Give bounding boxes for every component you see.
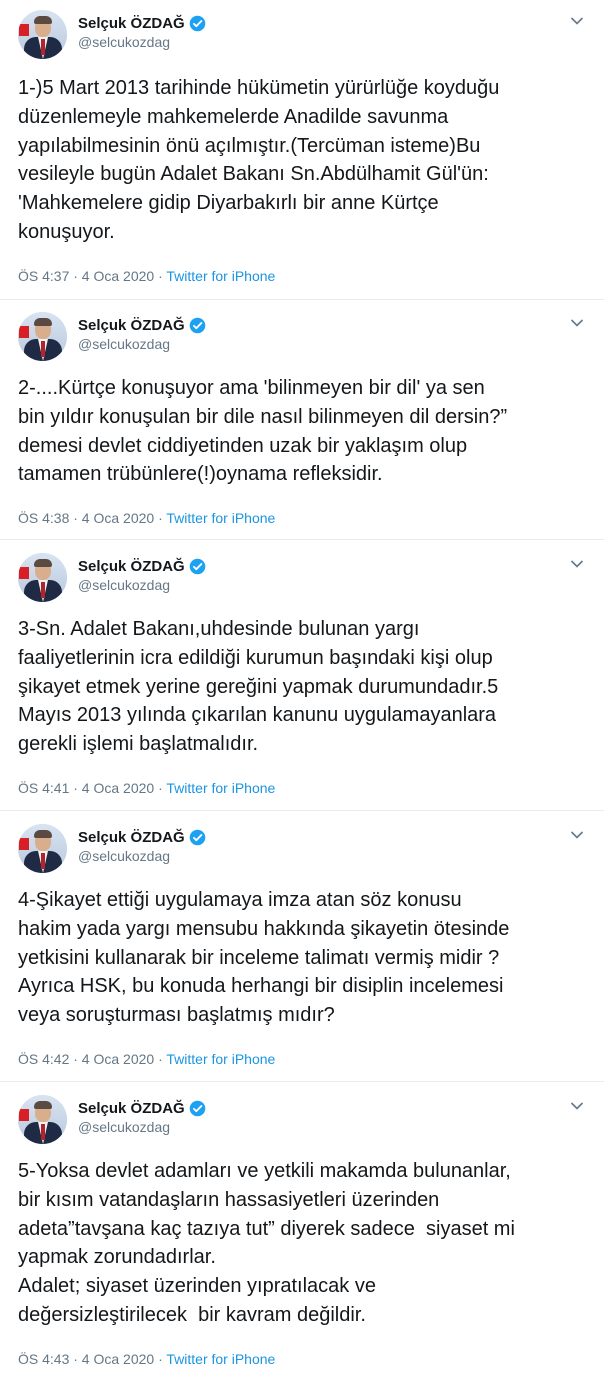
- author-handle[interactable]: @selcukozdag: [78, 336, 170, 352]
- tweet[interactable]: Selçuk ÖZDAĞ @selcukozdag 5-Yoksa devlet…: [0, 1095, 604, 1385]
- author-handle[interactable]: @selcukozdag: [78, 1119, 170, 1135]
- author-name[interactable]: Selçuk ÖZDAĞ: [78, 317, 185, 334]
- tweet-source-link[interactable]: Twitter for iPhone: [166, 510, 275, 526]
- chevron-down-icon[interactable]: [570, 16, 584, 26]
- tweet-timestamp[interactable]: ÖS 4:41 · 4 Oca 2020 ·: [18, 780, 166, 796]
- tweet-source-link[interactable]: Twitter for iPhone: [166, 1351, 275, 1367]
- verified-badge-icon: [189, 1100, 205, 1116]
- author-handle[interactable]: @selcukozdag: [78, 34, 170, 50]
- verified-badge-icon: [189, 558, 205, 574]
- author-handle[interactable]: @selcukozdag: [78, 848, 170, 864]
- tweet[interactable]: Selçuk ÖZDAĞ @selcukozdag 1-)5 Mart 2013…: [0, 10, 604, 300]
- avatar[interactable]: [18, 10, 67, 59]
- tweet-source-link[interactable]: Twitter for iPhone: [166, 1051, 275, 1067]
- tweet-source-link[interactable]: Twitter for iPhone: [166, 268, 275, 284]
- tweet-meta: ÖS 4:42 · 4 Oca 2020 · Twitter for iPhon…: [18, 1051, 275, 1067]
- tweet-text: 2-....Kürtçe konuşuyor ama 'bilinmeyen b…: [18, 377, 508, 486]
- chevron-down-icon[interactable]: [570, 1101, 584, 1111]
- tweet-timestamp[interactable]: ÖS 4:43 · 4 Oca 2020 ·: [18, 1351, 166, 1367]
- tweet-source-link[interactable]: Twitter for iPhone: [166, 780, 275, 796]
- tweet-text: 4-Şikayet ettiği uygulamaya imza atan sö…: [18, 889, 510, 1027]
- tweet-text: 1-)5 Mart 2013 tarihinde hükümetin yürür…: [18, 77, 500, 243]
- tweet-timestamp[interactable]: ÖS 4:37 · 4 Oca 2020 ·: [18, 268, 166, 284]
- chevron-down-icon[interactable]: [570, 830, 584, 840]
- tweet[interactable]: Selçuk ÖZDAĞ @selcukozdag 4-Şikayet etti…: [0, 824, 604, 1082]
- avatar[interactable]: [18, 824, 67, 873]
- tweet-timestamp[interactable]: ÖS 4:38 · 4 Oca 2020 ·: [18, 510, 166, 526]
- chevron-down-icon[interactable]: [570, 559, 584, 569]
- author-name[interactable]: Selçuk ÖZDAĞ: [78, 558, 185, 575]
- chevron-down-icon[interactable]: [570, 318, 584, 328]
- verified-badge-icon: [189, 829, 205, 845]
- avatar[interactable]: [18, 312, 67, 361]
- tweet[interactable]: Selçuk ÖZDAĞ @selcukozdag 2-....Kürtçe k…: [0, 312, 604, 540]
- author-name[interactable]: Selçuk ÖZDAĞ: [78, 15, 185, 32]
- author-name[interactable]: Selçuk ÖZDAĞ: [78, 1100, 185, 1117]
- tweet-meta: ÖS 4:38 · 4 Oca 2020 · Twitter for iPhon…: [18, 510, 275, 526]
- verified-badge-icon: [189, 15, 205, 31]
- verified-badge-icon: [189, 317, 205, 333]
- tweet-meta: ÖS 4:41 · 4 Oca 2020 · Twitter for iPhon…: [18, 780, 275, 796]
- tweet-timestamp[interactable]: ÖS 4:42 · 4 Oca 2020 ·: [18, 1051, 166, 1067]
- tweet-meta: ÖS 4:43 · 4 Oca 2020 · Twitter for iPhon…: [18, 1351, 275, 1367]
- avatar[interactable]: [18, 1095, 67, 1144]
- tweet-text: 5-Yoksa devlet adamları ve yetkili makam…: [18, 1160, 515, 1326]
- avatar[interactable]: [18, 553, 67, 602]
- author-name[interactable]: Selçuk ÖZDAĞ: [78, 829, 185, 846]
- tweet-meta: ÖS 4:37 · 4 Oca 2020 · Twitter for iPhon…: [18, 268, 275, 284]
- tweet[interactable]: Selçuk ÖZDAĞ @selcukozdag 3-Sn. Adalet B…: [0, 553, 604, 811]
- tweet-text: 3-Sn. Adalet Bakanı,uhdesinde bulunan ya…: [18, 618, 499, 756]
- author-handle[interactable]: @selcukozdag: [78, 577, 170, 593]
